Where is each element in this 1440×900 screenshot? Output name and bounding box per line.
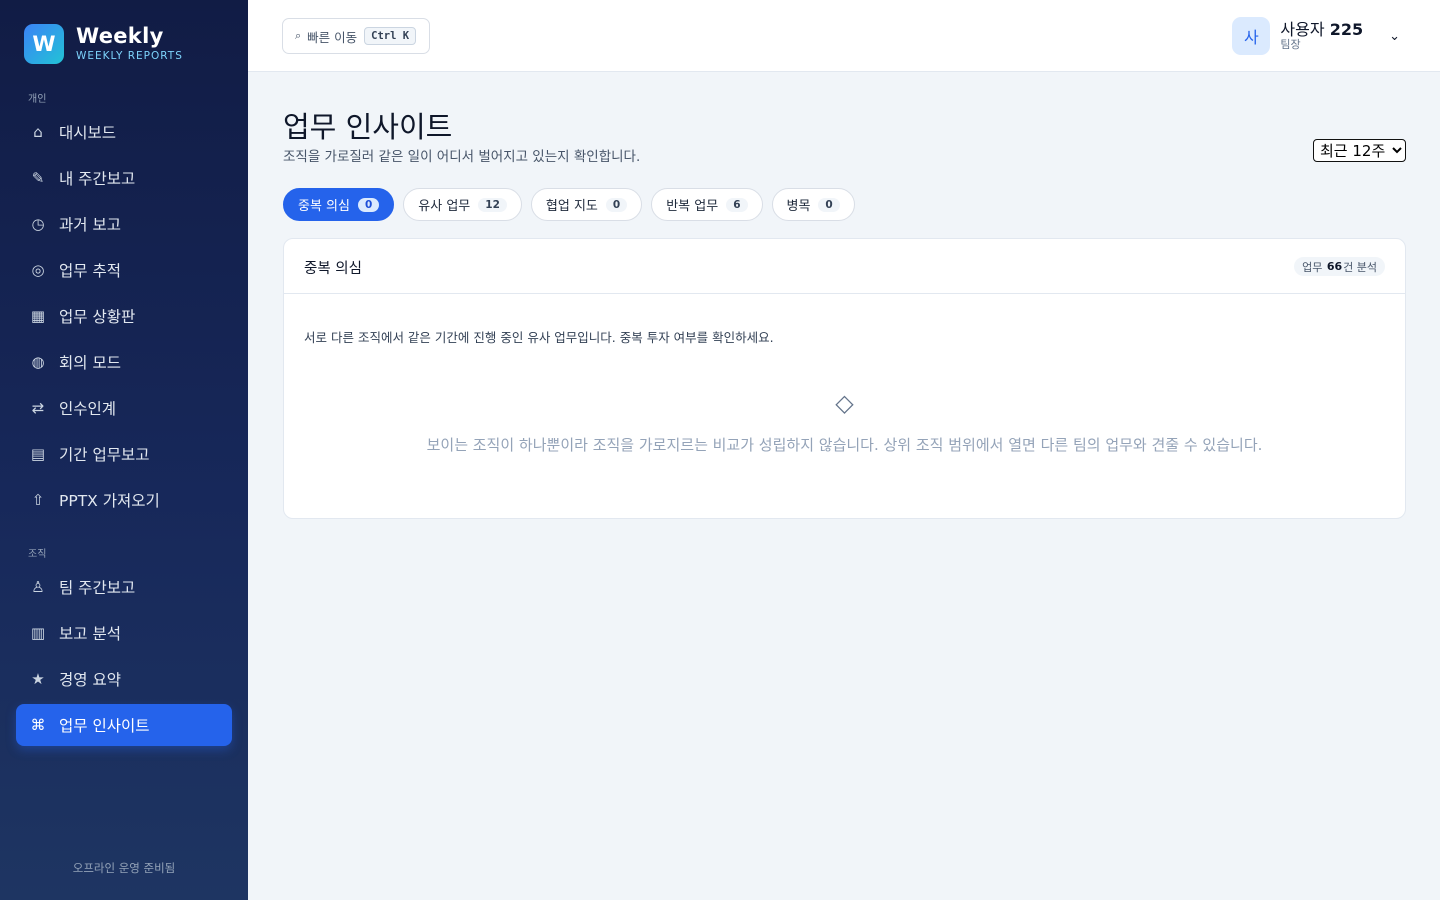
sidebar-item-label: 내 주간보고 bbox=[59, 170, 136, 188]
sidebar-item-label: 인수인계 bbox=[59, 400, 117, 418]
tab-label: 유사 업무 bbox=[418, 199, 471, 214]
star-icon: ★ bbox=[31, 670, 45, 688]
sidebar-item[interactable]: ▥ 보고 분석 bbox=[16, 612, 232, 654]
shortcut-hint: Ctrl K bbox=[364, 27, 417, 45]
sidebar: W Weekly WEEKLY REPORTS 개인 ⌂ 대시보드 ✎ 내 주간보고 ◷… bbox=[0, 0, 248, 900]
chevron-down-icon[interactable]: ⌄ bbox=[1389, 29, 1400, 44]
grid-icon: ▦ bbox=[30, 307, 46, 325]
brand-subtitle: WEEKLY REPORTS bbox=[76, 50, 183, 63]
sidebar-item-label: 보고 분석 bbox=[59, 625, 121, 643]
tab-count-badge: 0 bbox=[357, 197, 380, 212]
avatar: 사 bbox=[1232, 17, 1271, 55]
tab-label: 병목 bbox=[786, 199, 811, 214]
sidebar-item[interactable]: ▤ 기간 업무보고 bbox=[16, 433, 232, 475]
tab-label: 반복 업무 bbox=[666, 199, 719, 214]
command-icon: ⌘ bbox=[30, 716, 46, 734]
upload-icon: ⇧ bbox=[31, 491, 45, 509]
tab[interactable]: 협업 지도 0 bbox=[530, 188, 643, 221]
sidebar-item[interactable]: ▦ 업무 상황판 bbox=[16, 295, 232, 337]
insight-panel: 중복 의심 업무 66 건 분석 서로 다른 조직에서 같은 기간에 진행 중인 … bbox=[283, 238, 1406, 519]
target-icon: ◎ bbox=[31, 261, 45, 279]
quick-jump-button[interactable]: ⌕ 빠른 이동 Ctrl K bbox=[282, 18, 430, 54]
sidebar-item[interactable]: ⇧ PPTX 가져오기 bbox=[16, 479, 232, 521]
team-icon: ♙ bbox=[31, 578, 45, 596]
sidebar-item-label: 업무 추적 bbox=[59, 262, 121, 280]
sidebar-item[interactable]: ◍ 회의 모드 bbox=[16, 341, 232, 383]
tab-count-badge: 12 bbox=[478, 197, 507, 212]
panel-description: 서로 다른 조직에서 같은 기간에 진행 중인 유사 업무입니다. 중복 투자 … bbox=[304, 330, 774, 345]
brand-name: Weekly bbox=[76, 24, 164, 49]
panel-title: 중복 의심 bbox=[304, 261, 362, 277]
sidebar-item-label: 회의 모드 bbox=[59, 354, 121, 372]
user-menu[interactable]: 사 사용자 225 팀장 ⌄ bbox=[1232, 17, 1400, 55]
sidebar-item[interactable]: ♙ 팀 주간보고 bbox=[16, 566, 232, 608]
insight-tabs: 중복 의심 0 유사 업무 12 협업 지도 0 반복 업무 6 병목 0 bbox=[283, 188, 864, 221]
tab-count-badge: 0 bbox=[818, 197, 840, 212]
tab[interactable]: 병목 0 bbox=[771, 188, 855, 221]
list-icon: ▤ bbox=[30, 445, 46, 463]
tab-count-badge: 6 bbox=[726, 197, 748, 212]
sidebar-item-label: 기간 업무보고 bbox=[59, 446, 150, 464]
brand[interactable]: W Weekly WEEKLY REPORTS bbox=[24, 24, 183, 64]
sidebar-item-label: 경영 요약 bbox=[59, 671, 121, 689]
sidebar-item[interactable]: ◷ 과거 보고 bbox=[16, 203, 232, 245]
section-label-org: 조직 bbox=[28, 549, 47, 560]
diamond-icon: ◇ bbox=[835, 389, 854, 417]
topbar: ⌕ 빠른 이동 Ctrl K 사 사용자 225 팀장 ⌄ bbox=[248, 0, 1440, 72]
nav-org: ♙ 팀 주간보고 ▥ 보고 분석 ★ 경영 요약 ⌘ 업무 인사이트 bbox=[16, 566, 232, 750]
nav-personal: ⌂ 대시보드 ✎ 내 주간보고 ◷ 과거 보고 ◎ 업무 추적 ▦ 업무 상황판 ◍ 회의 모드 ⇄ 인수… bbox=[16, 111, 232, 525]
clock-icon: ◷ bbox=[31, 215, 45, 233]
quick-jump-label: 빠른 이동 bbox=[307, 29, 358, 45]
tab[interactable]: 유사 업무 12 bbox=[403, 188, 522, 221]
analysis-count-badge: 업무 66 건 분석 bbox=[1294, 257, 1385, 276]
sidebar-item[interactable]: ⌂ 대시보드 bbox=[16, 111, 232, 153]
globe-icon: ◍ bbox=[31, 353, 45, 371]
offline-status: 오프라인 운영 준비됨 bbox=[72, 861, 176, 875]
sidebar-item-label: 업무 상황판 bbox=[59, 308, 136, 326]
bars-icon: ▥ bbox=[30, 624, 46, 642]
sidebar-item[interactable]: ◎ 업무 추적 bbox=[16, 249, 232, 291]
empty-state-message: 보이는 조직이 하나뿐이라 조직을 가로지르는 비교가 성립하지 않습니다. 상… bbox=[426, 436, 1263, 454]
sidebar-item-label: 팀 주간보고 bbox=[59, 579, 136, 597]
tab-count-badge: 0 bbox=[605, 197, 628, 212]
home-icon: ⌂ bbox=[33, 123, 43, 141]
sidebar-item-label: 과거 보고 bbox=[59, 216, 121, 234]
sidebar-item[interactable]: ★ 경영 요약 bbox=[16, 658, 232, 700]
sidebar-item[interactable]: ⌘ 업무 인사이트 bbox=[16, 704, 232, 746]
search-icon: ⌕ bbox=[295, 29, 302, 42]
sidebar-item-label: 대시보드 bbox=[59, 124, 117, 142]
tab-label: 협업 지도 bbox=[545, 199, 598, 214]
pencil-icon: ✎ bbox=[31, 169, 45, 187]
user-name: 사용자 225 bbox=[1280, 20, 1364, 40]
sidebar-item[interactable]: ⇄ 인수인계 bbox=[16, 387, 232, 429]
sidebar-item-label: PPTX 가져오기 bbox=[59, 492, 160, 510]
period-select[interactable]: 최근 12주 bbox=[1313, 139, 1406, 162]
sidebar-item-label: 업무 인사이트 bbox=[59, 717, 150, 735]
section-label-personal: 개인 bbox=[28, 94, 47, 105]
tab-label: 중복 의심 bbox=[298, 199, 350, 214]
sidebar-item[interactable]: ✎ 내 주간보고 bbox=[16, 157, 232, 199]
page-subtitle: 조직을 가로질러 같은 일이 어디서 벌어지고 있는지 확인합니다. bbox=[283, 149, 641, 165]
page-title: 업무 인사이트 bbox=[283, 110, 453, 144]
brand-logo: W bbox=[24, 24, 64, 64]
user-role: 팀장 bbox=[1280, 37, 1301, 51]
tab[interactable]: 반복 업무 6 bbox=[651, 188, 763, 221]
tab[interactable]: 중복 의심 0 bbox=[283, 188, 395, 221]
swap-icon: ⇄ bbox=[31, 399, 45, 417]
